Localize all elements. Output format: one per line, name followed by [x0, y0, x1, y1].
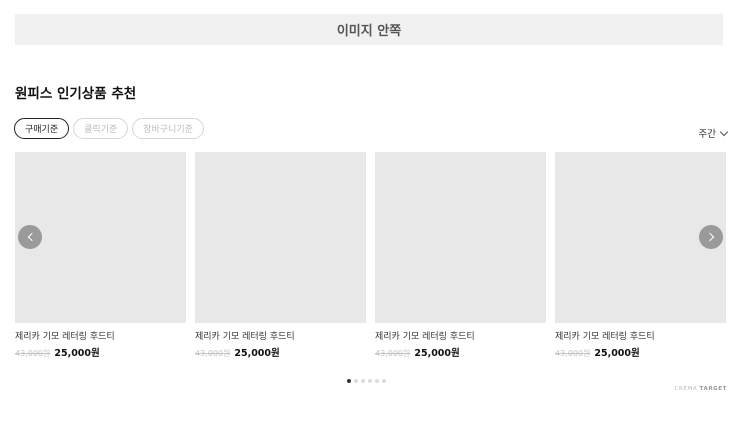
tab-cart[interactable]: 장바구니기준 — [132, 118, 204, 139]
product-card[interactable]: 제리카 기모 레터링 후드티 43,000원 25,000원 — [15, 152, 186, 359]
original-price: 43,000원 — [375, 349, 411, 358]
chevron-left-icon — [27, 232, 36, 242]
sort-tabs: 구매기준 클릭기준 장바구니기준 — [14, 118, 204, 139]
original-price: 43,000원 — [555, 349, 591, 358]
pagination-dot[interactable] — [354, 379, 358, 383]
product-image[interactable] — [375, 152, 546, 323]
product-card[interactable]: 제리카 기모 레터링 후드티 43,000원 25,000원 — [195, 152, 366, 359]
product-name[interactable]: 제리카 기모 레터링 후드티 — [195, 329, 366, 342]
pagination-dots — [347, 379, 386, 383]
product-prices: 43,000원 25,000원 — [555, 345, 726, 359]
product-card[interactable]: 제리카 기모 레터링 후드티 43,000원 25,000원 — [375, 152, 546, 359]
section-title: 원피스 인기상품 추천 — [15, 86, 137, 102]
original-price: 43,000원 — [195, 349, 231, 358]
sale-price: 25,000원 — [54, 348, 100, 359]
brand-logo: CREMA TARGET — [675, 386, 727, 392]
product-prices: 43,000원 25,000원 — [195, 345, 366, 359]
sale-price: 25,000원 — [414, 348, 460, 359]
chevron-down-icon — [719, 127, 729, 136]
brand-prefix: CREMA — [674, 386, 698, 392]
product-card[interactable]: 제리카 기모 레터링 후드티 43,000원 25,000원 — [555, 152, 726, 359]
pagination-dot[interactable] — [382, 379, 386, 383]
original-price: 43,000원 — [15, 349, 51, 358]
pagination-dot[interactable] — [361, 379, 365, 383]
sale-price: 25,000원 — [594, 348, 640, 359]
tab-click[interactable]: 클릭기준 — [73, 118, 129, 139]
prev-slide-button[interactable] — [18, 225, 42, 249]
brand-suffix: TARGET — [699, 386, 727, 392]
period-dropdown[interactable]: 주간 — [698, 126, 729, 140]
image-banner: 이미지 안쪽 — [15, 14, 723, 45]
product-image[interactable] — [195, 152, 366, 323]
product-name[interactable]: 제리카 기모 레터링 후드티 — [375, 329, 546, 342]
pagination-dot[interactable] — [375, 379, 379, 383]
period-label: 주간 — [698, 129, 716, 140]
next-slide-button[interactable] — [699, 225, 723, 249]
product-name[interactable]: 제리카 기모 레터링 후드티 — [15, 329, 186, 342]
product-prices: 43,000원 25,000원 — [15, 345, 186, 359]
product-name[interactable]: 제리카 기모 레터링 후드티 — [555, 329, 726, 342]
product-prices: 43,000원 25,000원 — [375, 345, 546, 359]
sale-price: 25,000원 — [234, 348, 280, 359]
banner-text: 이미지 안쪽 — [336, 24, 402, 39]
pagination-dot[interactable] — [368, 379, 372, 383]
pagination-dot[interactable] — [347, 379, 351, 383]
chevron-right-icon — [705, 232, 714, 242]
tab-purchase[interactable]: 구매기준 — [14, 118, 70, 139]
